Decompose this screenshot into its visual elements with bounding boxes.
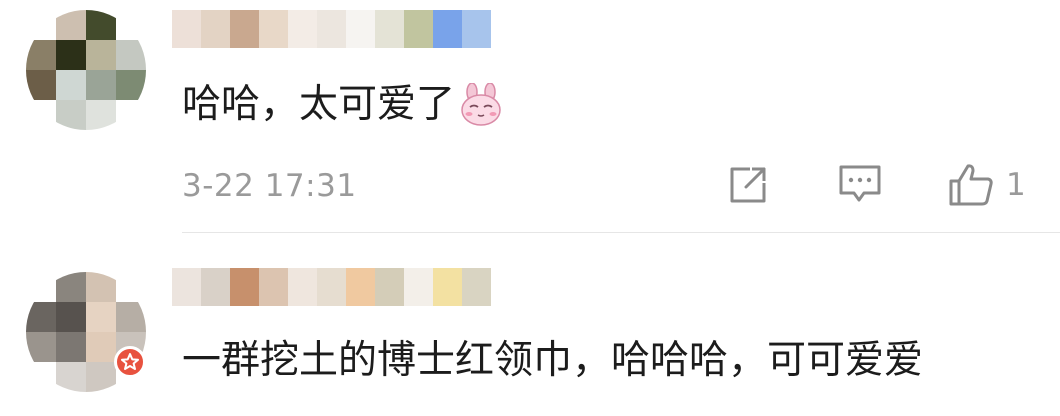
mosaic-tile bbox=[201, 268, 230, 306]
mosaic-tile bbox=[230, 268, 259, 306]
mosaic-tile bbox=[26, 362, 56, 392]
star-badge-icon bbox=[114, 346, 146, 378]
mosaic-tile bbox=[404, 268, 433, 306]
mosaic-tile bbox=[86, 302, 116, 332]
mosaic-tile bbox=[26, 272, 56, 302]
mosaic-tile bbox=[375, 268, 404, 306]
mosaic-tile bbox=[56, 332, 86, 362]
mosaic-tile bbox=[56, 302, 86, 332]
mosaic-tile bbox=[317, 268, 346, 306]
mosaic-tile bbox=[86, 332, 116, 362]
mosaic-tile bbox=[56, 272, 86, 302]
mosaic-tile bbox=[86, 272, 116, 302]
username-redacted[interactable] bbox=[172, 268, 491, 306]
comment-text: 一群挖土的博士红领巾，哈哈哈，可可爱爱 bbox=[182, 336, 923, 386]
mosaic-tile bbox=[116, 302, 146, 332]
mosaic-tile bbox=[26, 332, 56, 362]
mosaic-tile bbox=[26, 302, 56, 332]
mosaic-tile bbox=[86, 362, 116, 392]
comment-item: 一群挖土的博士红领巾，哈哈哈，可可爱爱 bbox=[0, 0, 1060, 416]
mosaic-tile bbox=[116, 272, 146, 302]
mosaic-tile bbox=[346, 268, 375, 306]
comment-text-content: 一群挖土的博士红领巾，哈哈哈，可可爱爱 bbox=[182, 338, 924, 383]
scroll-fade bbox=[0, 402, 1060, 416]
mosaic-tile bbox=[288, 268, 317, 306]
mosaic-tile bbox=[56, 362, 86, 392]
mosaic-tile bbox=[172, 268, 201, 306]
mosaic-tile bbox=[462, 268, 491, 306]
mosaic-tile bbox=[433, 268, 462, 306]
mosaic-tile bbox=[259, 268, 288, 306]
